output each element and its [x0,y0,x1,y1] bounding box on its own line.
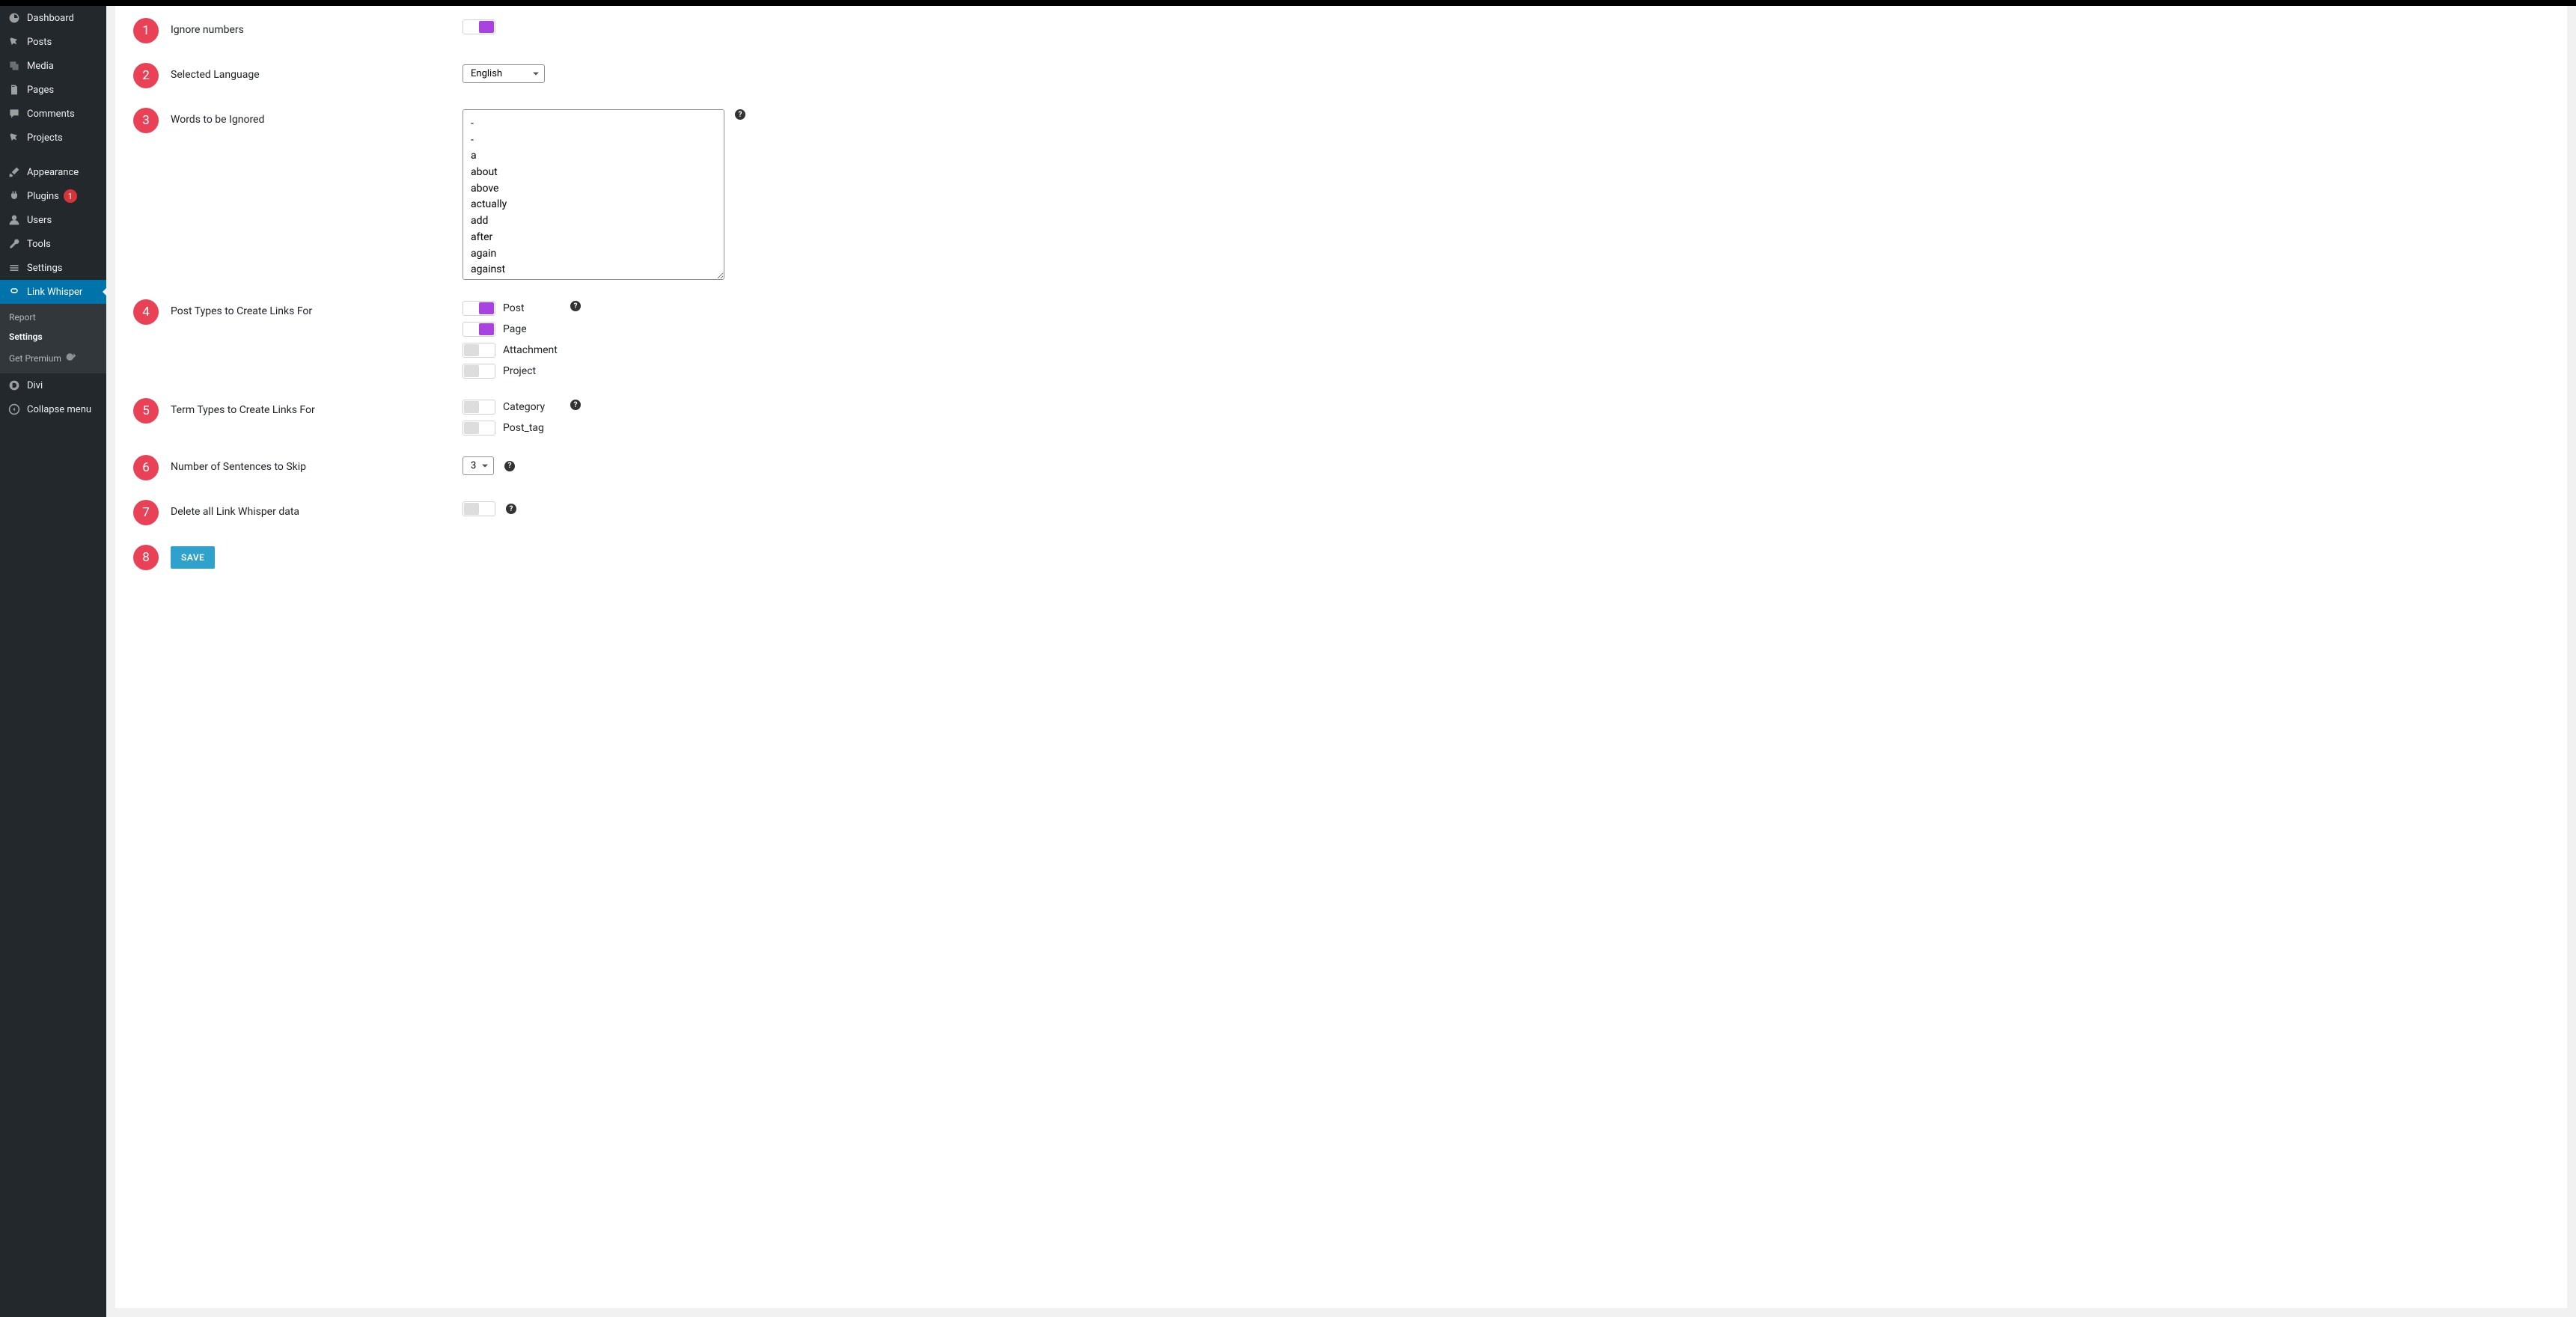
submenu-get-premium[interactable]: Get Premium [0,346,106,370]
step-badge: 3 [133,108,159,133]
setting-label: Words to be Ignored [171,109,463,126]
sidebar-label: Projects [27,132,63,144]
step-badge: 4 [133,299,159,325]
sidebar-item-collapse[interactable]: Collapse menu [0,397,106,421]
row-save: 8 SAVE [133,546,2549,570]
sidebar-label: Tools [27,239,51,250]
sidebar-label: Posts [27,37,52,48]
sidebar-label: Appearance [27,167,79,178]
sliders-icon [7,261,21,275]
sidebar-label: Dashboard [27,13,74,24]
step-badge: 8 [133,545,159,570]
setting-label: Selected Language [171,64,463,81]
settings-panel: 1 Ignore numbers 2 Selected Language Eng… [115,6,2567,1308]
setting-label: Number of Sentences to Skip [171,456,463,473]
step-badge: 5 [133,398,159,424]
sidebar-label: Collapse menu [27,404,91,415]
sidebar-item-appearance[interactable]: Appearance [0,160,106,184]
help-icon[interactable]: ? [570,301,581,311]
sidebar-label: Divi [27,380,43,391]
link-icon [7,285,21,299]
row-sentences-skip: 6 Number of Sentences to Skip 3 ? [133,456,2549,480]
ignored-words-textarea[interactable] [463,109,724,280]
external-link-icon [65,351,77,365]
sidebar-item-comments[interactable]: Comments [0,102,106,126]
help-icon[interactable]: ? [570,400,581,410]
update-badge: 1 [64,189,77,203]
row-selected-language: 2 Selected Language English [133,64,2549,88]
pin-icon [7,131,21,144]
help-icon[interactable]: ? [506,504,516,514]
admin-sidebar: Dashboard Posts Media Pages Comments Pro… [0,6,106,1317]
wrench-icon [7,237,21,251]
term-type-posttag-toggle[interactable] [463,421,495,436]
sidebar-label: Media [27,61,54,72]
plug-icon [7,189,21,203]
admin-topbar [0,0,2576,6]
term-type-category-toggle[interactable] [463,400,495,415]
help-icon[interactable]: ? [735,109,745,120]
help-icon[interactable]: ? [504,461,515,471]
post-type-page-toggle[interactable] [463,322,495,337]
sidebar-item-tools[interactable]: Tools [0,232,106,256]
submenu-settings[interactable]: Settings [0,327,106,346]
ignore-numbers-toggle[interactable] [463,19,495,34]
sidebar-item-pages[interactable]: Pages [0,78,106,102]
pin-icon [7,35,21,49]
sidebar-label: Link Whisper [27,287,82,298]
sidebar-item-dashboard[interactable]: Dashboard [0,6,106,30]
delete-data-toggle[interactable] [463,501,495,516]
toggle-label: Attachment [503,344,558,356]
comment-icon [7,107,21,120]
divi-icon [7,379,21,392]
brush-icon [7,165,21,179]
step-badge: 6 [133,455,159,480]
row-words-ignored: 3 Words to be Ignored ? [133,109,2549,280]
sidebar-item-settings[interactable]: Settings [0,256,106,280]
dashboard-icon [7,11,21,25]
sidebar-item-posts[interactable]: Posts [0,30,106,54]
post-type-project-toggle[interactable] [463,364,495,379]
language-select[interactable]: English [463,64,545,83]
sentences-skip-select[interactable]: 3 [463,456,494,475]
post-type-post-toggle[interactable] [463,301,495,316]
sidebar-item-divi[interactable]: Divi [0,373,106,397]
setting-label: Delete all Link Whisper data [171,501,463,518]
toggle-label: Page [503,323,527,335]
sidebar-label: Comments [27,109,75,120]
setting-label: Ignore numbers [171,19,463,36]
submenu-report[interactable]: Report [0,308,106,327]
sidebar-label: Plugins [27,191,59,202]
sidebar-item-projects[interactable]: Projects [0,126,106,150]
step-badge: 1 [133,18,159,43]
sidebar-item-plugins[interactable]: Plugins 1 [0,184,106,208]
setting-label: Term Types to Create Links For [171,400,463,416]
toggle-label: Post_tag [503,422,544,434]
row-ignore-numbers: 1 Ignore numbers [133,19,2549,43]
setting-label: Post Types to Create Links For [171,301,463,317]
step-badge: 7 [133,500,159,525]
toggle-label: Category [503,401,545,413]
step-badge: 2 [133,63,159,88]
row-delete-data: 7 Delete all Link Whisper data ? [133,501,2549,525]
sidebar-label: Pages [27,85,54,96]
media-icon [7,59,21,73]
sidebar-item-users[interactable]: Users [0,208,106,232]
save-button[interactable]: SAVE [171,546,215,569]
post-type-attachment-toggle[interactable] [463,343,495,358]
sidebar-label: Settings [27,263,62,274]
submenu: Report Settings Get Premium [0,304,106,373]
toggle-label: Project [503,365,536,377]
sidebar-item-media[interactable]: Media [0,54,106,78]
collapse-icon [7,403,21,416]
sidebar-item-link-whisper[interactable]: Link Whisper [0,280,106,304]
pages-icon [7,83,21,97]
sidebar-label: Users [27,215,52,226]
row-term-types: 5 Term Types to Create Links For Categor… [133,400,2549,436]
user-icon [7,213,21,227]
row-post-types: 4 Post Types to Create Links For Post Pa… [133,301,2549,379]
toggle-label: Post [503,302,525,314]
